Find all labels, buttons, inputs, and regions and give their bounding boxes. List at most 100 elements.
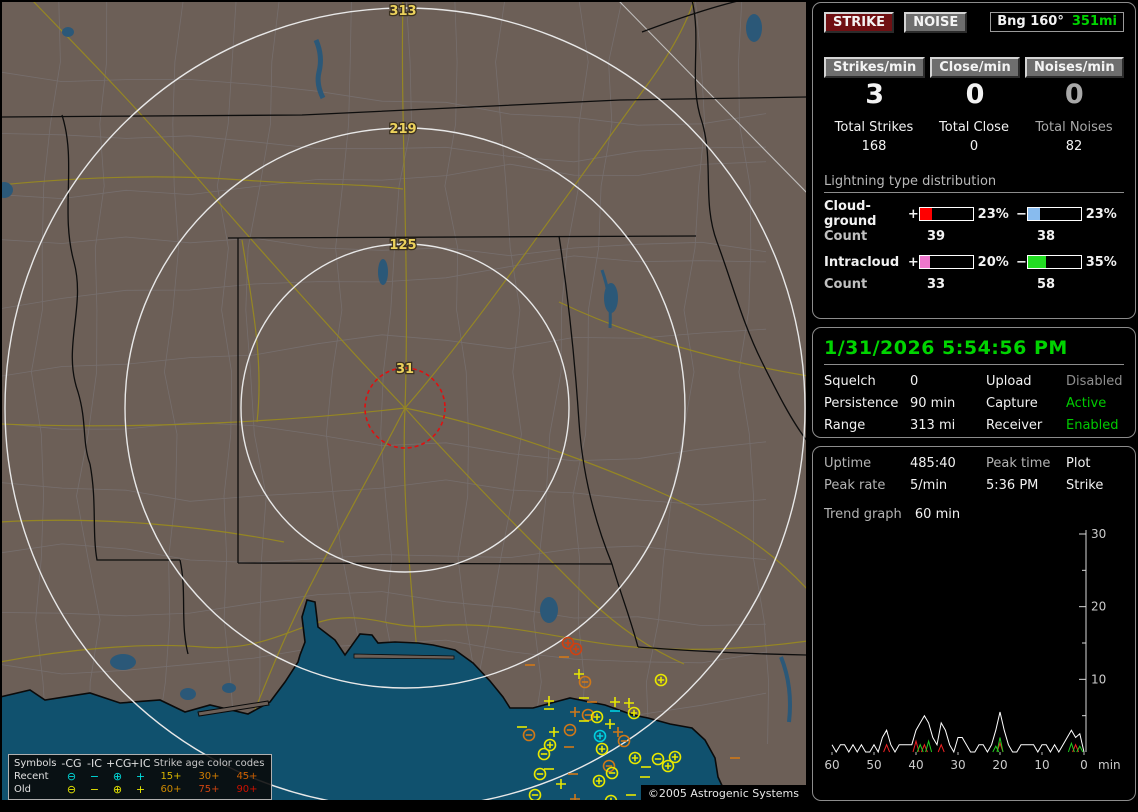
range-ring-label: 31	[396, 362, 414, 377]
count-label: Count	[824, 276, 868, 292]
total-noises-value: 82	[1065, 139, 1083, 154]
plot-label: Plot	[1066, 456, 1091, 471]
upload-label: Upload	[986, 374, 1032, 389]
legend-neg-cg-header: -CG	[61, 757, 82, 770]
y-tick-label: 30	[1091, 527, 1106, 541]
status-grid: Squelch 0 Upload Disabled Persistence 90…	[824, 374, 1124, 433]
age-code: 30+	[198, 771, 220, 782]
age-code: 60+	[160, 784, 182, 795]
trend-graph-row: Trend graph 60 min	[824, 507, 1124, 522]
bearing-label: Bng 160°	[997, 14, 1064, 29]
x-tick-label: 40	[908, 758, 923, 772]
capture-status: Active	[1066, 396, 1107, 411]
age-code: 15+	[160, 771, 182, 782]
legend-pos-ic-header: +IC	[130, 757, 151, 770]
noise-button[interactable]: NOISE	[904, 12, 968, 33]
total-noises-label: Total Noises	[1035, 120, 1113, 135]
legend-row-label: Recent	[14, 771, 49, 782]
cg-negative-count: 38	[1037, 228, 1056, 244]
legend-row-old: Old ⊖ − ⊕ +60+ 75+ 90+	[14, 783, 266, 796]
strikes-per-min-button[interactable]: Strikes/min	[824, 57, 926, 78]
trend-graph-window: 60 min	[914, 507, 961, 522]
close-per-min-value: 0	[965, 79, 985, 110]
uptime-label: Uptime	[824, 456, 872, 471]
legend-symbols-header: Symbols	[14, 758, 57, 769]
distribution-title: Lightning type distribution	[824, 174, 1124, 193]
status-sidebar: STRIKE NOISE Bng 160° 351mi Strikes/min 3…	[812, 2, 1136, 809]
minus-icon: −	[89, 783, 100, 796]
strike-button[interactable]: STRIKE	[824, 12, 895, 33]
ic-negative-bar	[1026, 255, 1082, 269]
ic-negative-percent: 35%	[1085, 254, 1117, 270]
age-code: 75+	[198, 784, 220, 795]
x-tick-label: 20	[992, 758, 1007, 772]
squelch-label: Squelch	[824, 374, 876, 389]
bearing-distance: 351mi	[1071, 14, 1117, 29]
cg-positive-bar	[918, 207, 974, 221]
date-time-display: 1/31/2026 5:54:56 PM	[824, 337, 1124, 365]
minus-sign: −	[1015, 254, 1027, 270]
receiver-status: Enabled	[1066, 418, 1119, 433]
legend-age-title: Strike age color codes	[153, 758, 265, 769]
range-value: 313 mi	[910, 418, 956, 433]
circled-plus-icon: ⊕	[112, 770, 123, 783]
range-ring-label: 219	[389, 122, 416, 137]
close-per-min-button[interactable]: Close/min	[930, 57, 1020, 78]
intracloud-row: Intracloud + 20% − 35%	[824, 251, 1124, 273]
cg-negative-bar	[1026, 207, 1082, 221]
noises-spike	[925, 739, 933, 753]
bearing-readout: Bng 160° 351mi	[990, 12, 1124, 32]
count-label: Count	[824, 228, 868, 244]
plus-sign: +	[907, 206, 919, 222]
cg-negative-percent: 23%	[1085, 206, 1117, 222]
uptime-value: 485:40	[910, 456, 956, 471]
rates-row: Strikes/min 3 Close/min 0 Noises/min 0	[824, 57, 1124, 110]
peak-rate-value: 5/min	[910, 478, 948, 493]
x-unit-label: min	[1098, 758, 1121, 772]
legend-row-recent: Recent ⊖ − ⊕ +15+ 30+ 45+	[14, 770, 266, 783]
lightning-map[interactable]: 313 219 125 31 Symbols -CG -IC +CG +IC Stri…	[2, 2, 806, 803]
y-tick-label: 20	[1091, 600, 1106, 614]
cloud-ground-count-row: Count 39 38	[824, 225, 1124, 247]
peak-time-label: Peak time	[986, 456, 1051, 471]
x-tick-label: 50	[866, 758, 881, 772]
y-tick-label: 10	[1091, 672, 1106, 686]
stats-panel: STRIKE NOISE Bng 160° 351mi Strikes/min 3…	[812, 2, 1136, 319]
noises-per-min-value: 0	[1064, 79, 1084, 110]
persistence-value: 90 min	[910, 396, 956, 411]
intracloud-count-row: Count 33 58	[824, 273, 1124, 295]
plus-icon: +	[135, 770, 146, 783]
plus-sign: +	[907, 254, 919, 270]
upload-status: Disabled	[1066, 374, 1123, 389]
cloud-ground-label: Cloud-ground	[824, 199, 877, 229]
squelch-value: 0	[910, 374, 919, 389]
minus-sign: −	[1015, 206, 1027, 222]
x-tick-label: 10	[1034, 758, 1049, 772]
map-canvas: 313 219 125 31	[2, 2, 806, 800]
ic-negative-count: 58	[1037, 276, 1056, 292]
strike-rate-line	[831, 711, 1085, 754]
x-tick-label: 60	[824, 758, 839, 772]
age-code: 90+	[236, 784, 258, 795]
symbol-legend: Symbols -CG -IC +CG +IC Strike age color…	[8, 754, 272, 800]
close-spike	[883, 743, 891, 753]
circled-minus-icon: ⊖	[66, 770, 77, 783]
noises-per-min-button[interactable]: Noises/min	[1025, 57, 1124, 78]
range-ring-label: 125	[389, 238, 416, 253]
age-code: 45+	[236, 771, 258, 782]
noises-spike	[1067, 741, 1075, 753]
ic-positive-bar	[918, 255, 974, 269]
info-grid: Uptime 485:40 Peak time Plot Peak rate 5…	[824, 456, 1124, 493]
panel-header: STRIKE NOISE Bng 160° 351mi	[824, 12, 1124, 33]
clock-status-panel: 1/31/2026 5:54:56 PM Squelch 0 Upload Di…	[812, 327, 1136, 438]
range-label: Range	[824, 418, 866, 433]
copyright-label: ©2005 Astrogenic Systems	[640, 785, 806, 803]
ic-positive-percent: 20%	[977, 254, 1009, 270]
close-spike	[937, 743, 945, 753]
capture-label: Capture	[986, 396, 1038, 411]
legend-row-label: Old	[14, 784, 31, 795]
total-close-value: 0	[969, 139, 979, 154]
x-tick-label: 0	[1080, 758, 1088, 772]
legend-neg-ic-header: -IC	[87, 757, 102, 770]
peak-time-value: 5:36 PM	[986, 478, 1039, 493]
